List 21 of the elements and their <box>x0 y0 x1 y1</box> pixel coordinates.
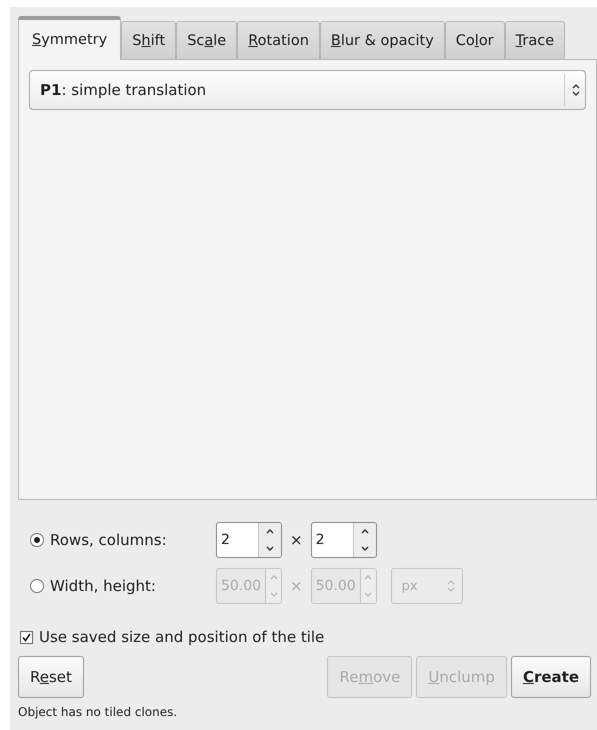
tab[interactable]: Blur & opacity <box>320 21 445 59</box>
checkbox[interactable] <box>20 630 33 644</box>
tab[interactable]: Scale <box>176 21 238 59</box>
spin-field[interactable]: 2 <box>216 522 282 558</box>
checkbox-label: Use saved size and position of the tile <box>39 628 324 646</box>
tab[interactable]: Rotation <box>237 21 320 59</box>
action-button[interactable]: Create <box>510 656 591 698</box>
radio-label: Rows, columns: <box>50 531 168 549</box>
updown-icon[interactable] <box>571 82 581 98</box>
action-button[interactable]: Reset <box>18 656 84 698</box>
spin-field[interactable]: 2 <box>310 522 377 558</box>
radio-button[interactable] <box>30 533 44 547</box>
times-sign: × <box>289 531 304 549</box>
tab[interactable]: Symmetry <box>18 16 122 60</box>
tab[interactable]: Trace <box>504 21 566 59</box>
radio-label: Width, height: <box>50 577 157 595</box>
times-sign: × <box>289 577 304 595</box>
symmetry-dropdown[interactable]: P1: simple translation <box>29 70 586 110</box>
status-text: Object has no tiled clones. <box>18 705 178 719</box>
tab[interactable]: Color <box>444 21 505 59</box>
tab[interactable]: Shift <box>121 21 176 59</box>
